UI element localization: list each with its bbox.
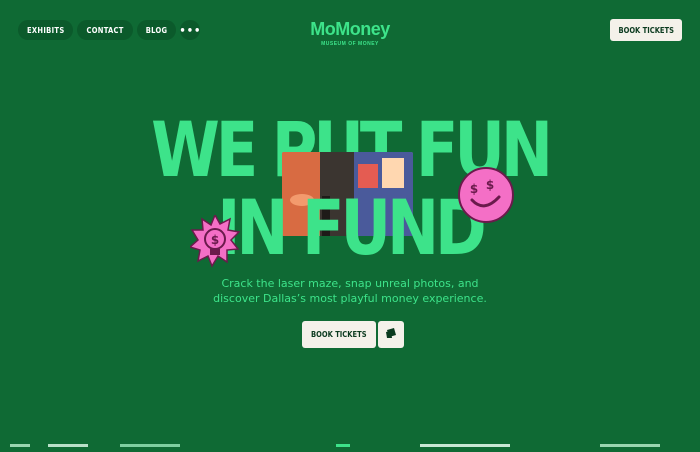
header-book-tickets-button[interactable]: BOOK TICKETS xyxy=(610,19,682,41)
svg-text:$: $ xyxy=(470,182,478,196)
ticket-icon xyxy=(385,326,397,344)
logo-subtitle: MUSEUM OF MONEY xyxy=(321,41,379,47)
hero-tagline-line-1: Crack the laser maze, snap unreal photos… xyxy=(221,277,479,290)
svg-text:$: $ xyxy=(486,178,494,192)
ticket-button[interactable] xyxy=(377,321,404,348)
hero-cta-group: BOOK TICKETS xyxy=(302,321,404,348)
logo[interactable]: MoMoney MUSEUM OF MONEY xyxy=(0,19,700,47)
hero-book-tickets-button[interactable]: BOOK TICKETS xyxy=(302,321,376,348)
hero-heading-line-2: IN FUND xyxy=(217,183,487,272)
logo-wordmark: MoMoney xyxy=(310,19,390,39)
dollar-lightbulb-icon: $ xyxy=(188,213,241,271)
bottom-image-strip xyxy=(0,434,700,447)
dollar-eyes-smiley-icon: $ $ xyxy=(458,167,514,223)
hero-tagline-line-2: discover Dallas’s most playful money exp… xyxy=(213,292,487,305)
svg-text:$: $ xyxy=(211,233,219,247)
hero-tagline: Crack the laser maze, snap unreal photos… xyxy=(0,276,700,306)
